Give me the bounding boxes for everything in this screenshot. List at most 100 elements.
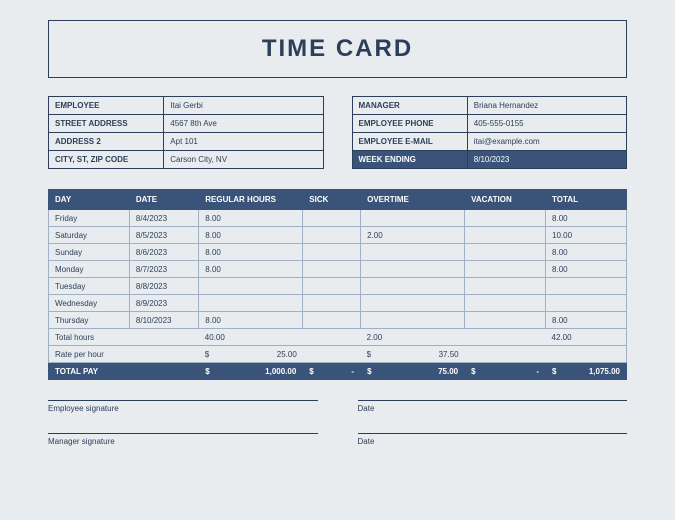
info-value: itai@example.com [467,133,626,151]
cell-date: 8/7/2023 [129,261,198,278]
cell-date: 8/5/2023 [129,227,198,244]
cell-day: Thursday [49,312,130,329]
cell-total: 8.00 [546,210,627,227]
cell-regular: 8.00 [199,312,303,329]
col-sick: SICK [303,190,361,210]
cell [129,346,198,363]
cell [129,329,198,346]
cell: $1,075.00 [546,363,627,380]
total-pay-row: TOTAL PAY$1,000.00$-$75.00$-$1,075.00 [49,363,627,380]
info-label: STREET ADDRESS [49,115,164,133]
cell-vacation [465,261,546,278]
col-vacation: VACATION [465,190,546,210]
cell [465,346,546,363]
table-row: Tuesday8/8/2023 [49,278,627,295]
cell-total: 8.00 [546,312,627,329]
cell-sick [303,312,361,329]
title-box: TIME CARD [48,20,627,78]
cell-vacation [465,210,546,227]
timecard-table: DAY DATE REGULAR HOURS SICK OVERTIME VAC… [48,189,627,380]
date-signature: Date [358,433,628,446]
cell: 42.00 [546,329,627,346]
cell-date: 8/8/2023 [129,278,198,295]
rate-row: Rate per hour $25.00 $37.50 [49,346,627,363]
table-row: Saturday8/5/20238.002.0010.00 [49,227,627,244]
cell-overtime: 2.00 [361,227,465,244]
cell-overtime [361,244,465,261]
cell-day: Tuesday [49,278,130,295]
date-signature: Date [358,400,628,413]
cell-date: 8/6/2023 [129,244,198,261]
cell [129,363,198,380]
employee-signature: Employee signature [48,400,318,413]
cell-day: Friday [49,210,130,227]
table-header-row: DAY DATE REGULAR HOURS SICK OVERTIME VAC… [49,190,627,210]
table-row: Wednesday8/9/2023 [49,295,627,312]
cell-total [546,278,627,295]
cell-regular: 8.00 [199,227,303,244]
manager-signature: Manager signature [48,433,318,446]
cell: $25.00 [199,346,303,363]
total-hours-row: Total hours 40.00 2.00 42.00 [49,329,627,346]
cell-overtime [361,278,465,295]
col-overtime: OVERTIME [361,190,465,210]
cell-sick [303,210,361,227]
info-value-week-ending: 8/10/2023 [467,151,626,169]
cell-date: 8/4/2023 [129,210,198,227]
info-value: Apt 101 [164,133,323,151]
manager-info-table: MANAGERBriana Hernandez EMPLOYEE PHONE40… [352,96,628,169]
col-regular: REGULAR HOURS [199,190,303,210]
page-title: TIME CARD [49,35,626,63]
info-label: ADDRESS 2 [49,133,164,151]
cell [465,329,546,346]
table-row: Sunday8/6/20238.008.00 [49,244,627,261]
cell [303,346,361,363]
cell-vacation [465,278,546,295]
cell-day: Monday [49,261,130,278]
cell-vacation [465,227,546,244]
col-total: TOTAL [546,190,627,210]
table-row: Friday8/4/20238.008.00 [49,210,627,227]
info-value: Briana Hernandez [467,97,626,115]
info-value: Carson City, NV [164,151,323,169]
cell-regular [199,278,303,295]
info-label: MANAGER [352,97,467,115]
cell-regular [199,295,303,312]
info-section: EMPLOYEEItai Gerbi STREET ADDRESS4567 8t… [48,96,627,169]
signature-row: Employee signature Date [48,400,627,413]
cell-overtime [361,261,465,278]
info-label: EMPLOYEE [49,97,164,115]
cell-vacation [465,295,546,312]
cell-sick [303,261,361,278]
cell-date: 8/9/2023 [129,295,198,312]
cell-overtime [361,312,465,329]
table-row: Monday8/7/20238.008.00 [49,261,627,278]
cell-day: Wednesday [49,295,130,312]
cell-total: 10.00 [546,227,627,244]
cell: $- [303,363,361,380]
cell: 2.00 [361,329,465,346]
cell-total: 8.00 [546,244,627,261]
cell-overtime [361,210,465,227]
cell-regular: 8.00 [199,261,303,278]
cell-day: Sunday [49,244,130,261]
info-label: CITY, ST, ZIP CODE [49,151,164,169]
cell [303,329,361,346]
cell-date: 8/10/2023 [129,312,198,329]
cell-vacation [465,312,546,329]
cell-regular: 8.00 [199,244,303,261]
cell-total: 8.00 [546,261,627,278]
cell: $37.50 [361,346,465,363]
info-value: Itai Gerbi [164,97,323,115]
cell: Total hours [49,329,130,346]
info-label: EMPLOYEE PHONE [352,115,467,133]
cell: $1,000.00 [199,363,303,380]
cell: $75.00 [361,363,465,380]
cell: $- [465,363,546,380]
cell: TOTAL PAY [49,363,130,380]
cell-sick [303,227,361,244]
cell-sick [303,244,361,261]
cell: Rate per hour [49,346,130,363]
cell: 40.00 [199,329,303,346]
col-date: DATE [129,190,198,210]
